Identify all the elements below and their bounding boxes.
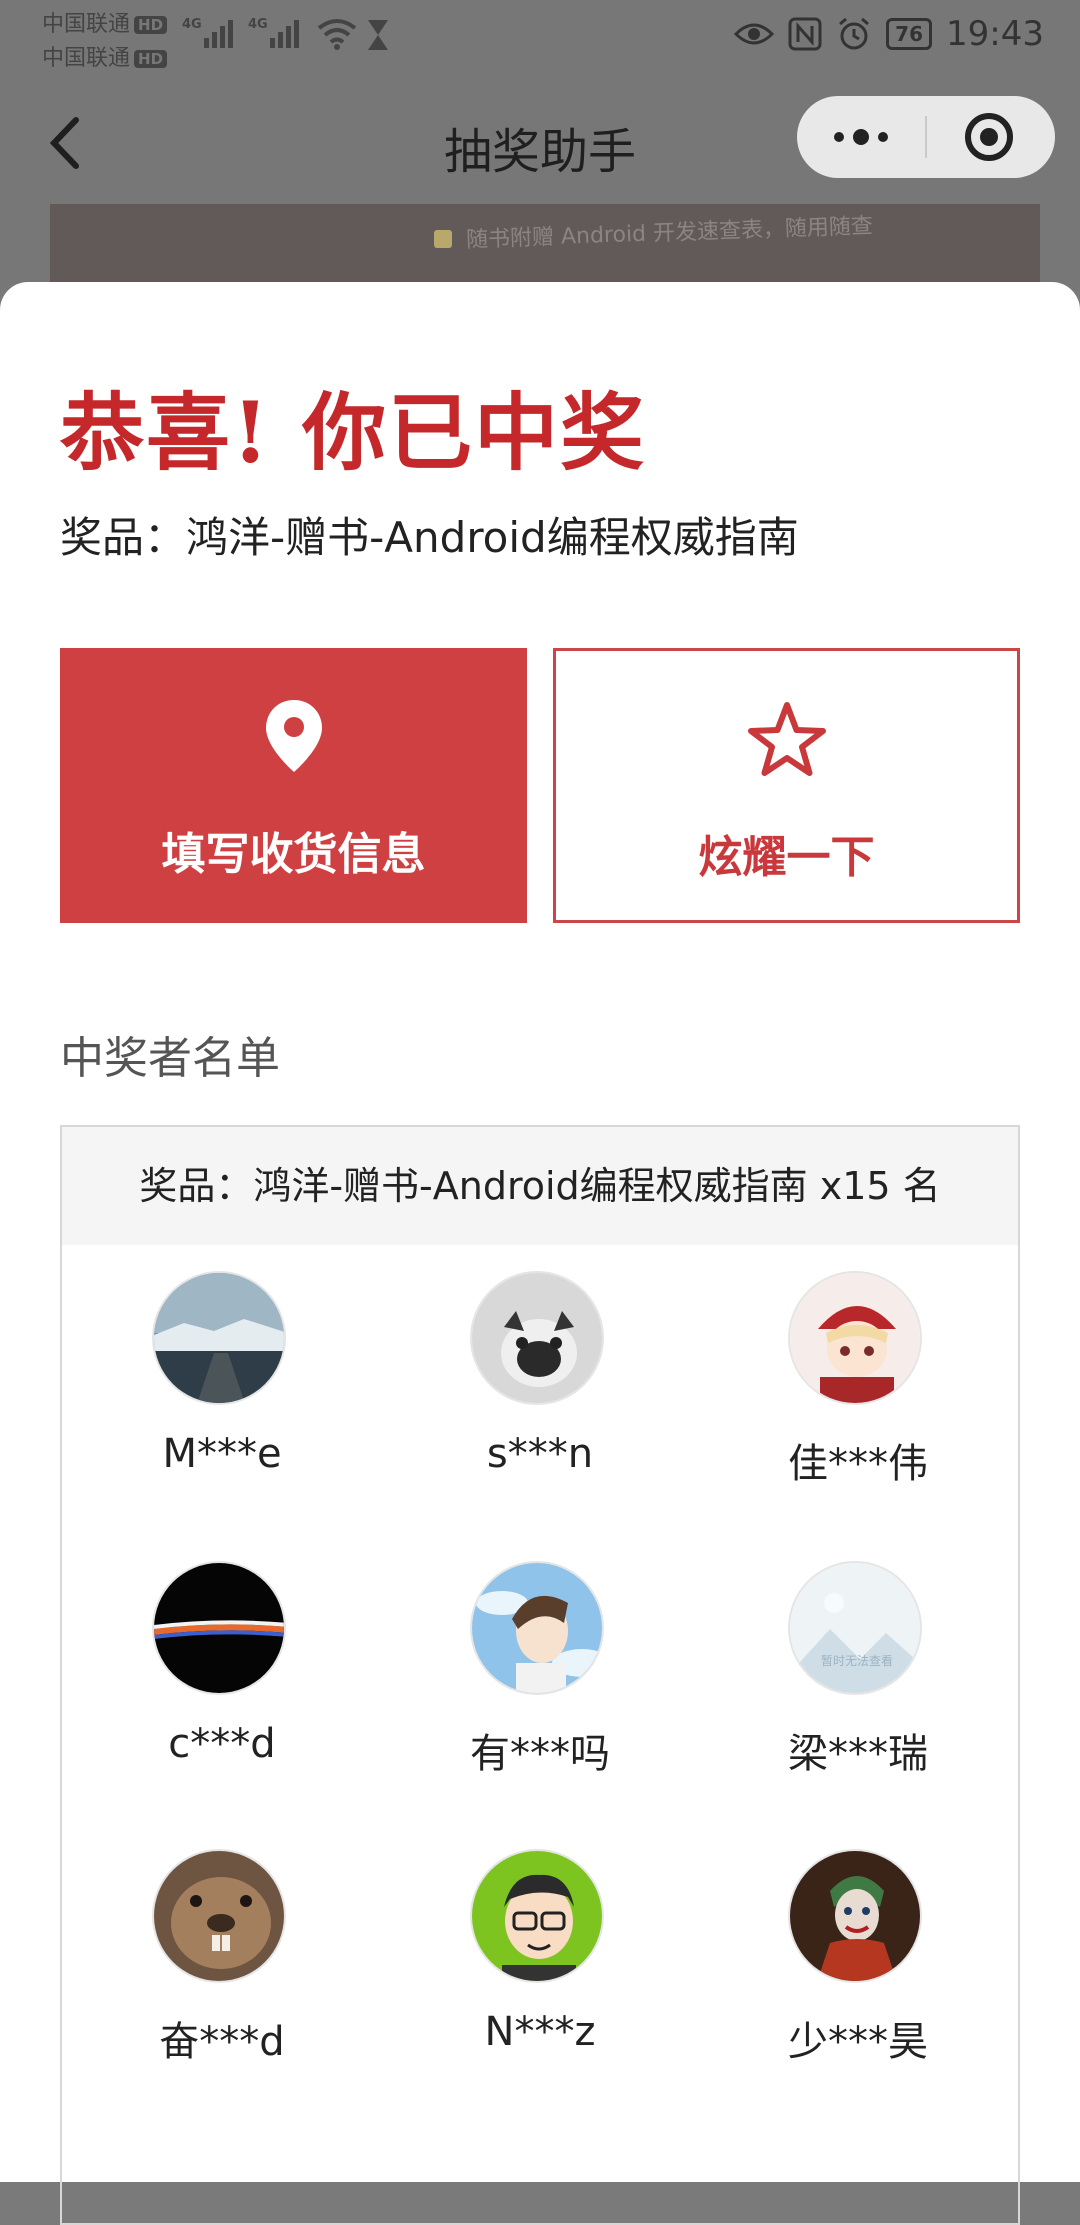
eye-icon bbox=[734, 23, 775, 45]
winner-item[interactable]: c***d bbox=[62, 1535, 382, 1825]
winner-item[interactable]: 少***昊 bbox=[698, 1823, 1018, 2113]
carrier-1-label: 中国联通 bbox=[42, 12, 131, 37]
status-bar: 中国联通 HD 中国联通 HD 4G 4G 76 19:43 bbox=[0, 0, 1080, 72]
wifi-icon bbox=[317, 19, 357, 50]
earth-horizon-avatar bbox=[152, 1561, 286, 1695]
winner-name: N***z bbox=[484, 2009, 596, 2055]
winner-item[interactable]: M***e bbox=[62, 1245, 382, 1535]
prize-name: 奖品：鸿洋-赠书-Android编程权威指南 bbox=[60, 513, 799, 562]
star-icon bbox=[556, 701, 1017, 781]
cartoon-man-glasses-avatar bbox=[470, 1849, 604, 1983]
more-dots-icon bbox=[834, 129, 888, 145]
status-right: 76 19:43 bbox=[734, 10, 1044, 58]
winners-prize-header: 奖品：鸿洋-赠书-Android编程权威指南 x15 名 bbox=[62, 1127, 1018, 1245]
result-sheet: 恭喜! 你已中奖 奖品：鸿洋-赠书-Android编程权威指南 填写收货信息 炫… bbox=[0, 282, 1080, 2225]
winner-name: s***n bbox=[486, 1431, 594, 1477]
fill-address-button[interactable]: 填写收货信息 bbox=[60, 648, 527, 923]
winner-item[interactable]: 佳***伟 bbox=[698, 1245, 1018, 1535]
snowy-road-avatar bbox=[152, 1271, 286, 1405]
miniprogram-capsule bbox=[797, 96, 1055, 178]
beaver-avatar bbox=[152, 1849, 286, 1983]
winner-item[interactable]: 有***吗 bbox=[380, 1535, 700, 1825]
win-headline: 恭喜! 你已中奖 bbox=[60, 383, 647, 482]
svg-text:4G: 4G bbox=[182, 17, 202, 32]
winner-name: c***d bbox=[168, 1721, 276, 1767]
signal-icon: 4G bbox=[248, 17, 299, 48]
battery-indicator: 76 bbox=[886, 18, 933, 50]
winner-name: 少***昊 bbox=[788, 2019, 928, 2065]
winner-name: 佳***伟 bbox=[788, 1441, 928, 1487]
winner-item[interactable]: 暂时无法查看 梁***瑞 bbox=[698, 1535, 1018, 1825]
svg-text:暂时无法查看: 暂时无法查看 bbox=[821, 1654, 893, 1668]
winner-name: 有***吗 bbox=[470, 1731, 610, 1777]
hd-badge: HD bbox=[134, 50, 168, 68]
fill-address-label: 填写收货信息 bbox=[161, 829, 426, 880]
carrier-1: 中国联通 HD bbox=[42, 6, 168, 38]
winner-name: 奋***d bbox=[159, 2019, 285, 2065]
clock: 19:43 bbox=[946, 14, 1044, 54]
pug-dog-avatar bbox=[470, 1271, 604, 1405]
placeholder-avatar: 暂时无法查看 bbox=[788, 1561, 922, 1695]
carrier-2: 中国联通 HD bbox=[42, 40, 168, 72]
hd-badge: HD bbox=[134, 16, 168, 34]
target-circle-icon bbox=[965, 113, 1013, 161]
svg-text:4G: 4G bbox=[248, 17, 268, 32]
winners-list: 奖品：鸿洋-赠书-Android编程权威指南 x15 名 M***e s***n bbox=[60, 1125, 1020, 2225]
close-miniprogram-button[interactable] bbox=[927, 96, 1055, 178]
alarm-icon bbox=[839, 17, 870, 50]
location-pin-icon bbox=[60, 698, 527, 778]
nav-bar: 抽奖助手 bbox=[0, 84, 1080, 202]
winners-heading: 中奖者名单 bbox=[60, 1033, 280, 1084]
winner-name: M***e bbox=[162, 1431, 282, 1477]
anime-boy-sky-avatar bbox=[470, 1561, 604, 1695]
joker-avatar bbox=[788, 1849, 922, 1983]
checkbox-icon bbox=[434, 230, 452, 248]
hourglass-icon bbox=[368, 20, 388, 50]
winner-name: 梁***瑞 bbox=[788, 1731, 928, 1777]
anime-girl-red-hat-avatar bbox=[788, 1271, 922, 1405]
signal-icon: 4G bbox=[182, 17, 233, 48]
show-off-label: 炫耀一下 bbox=[698, 832, 875, 883]
more-button[interactable] bbox=[797, 96, 925, 178]
winner-item[interactable]: s***n bbox=[380, 1245, 700, 1535]
winner-item[interactable]: N***z bbox=[380, 1823, 700, 2113]
carrier-2-label: 中国联通 bbox=[42, 46, 131, 71]
winner-item[interactable]: 奋***d bbox=[62, 1823, 382, 2113]
top-overlay-area: 中国联通 HD 中国联通 HD 4G 4G 76 19:43 抽奖助手 随书附赠… bbox=[0, 0, 1080, 290]
show-off-button[interactable]: 炫耀一下 bbox=[553, 648, 1020, 923]
nfc-icon bbox=[788, 17, 822, 51]
